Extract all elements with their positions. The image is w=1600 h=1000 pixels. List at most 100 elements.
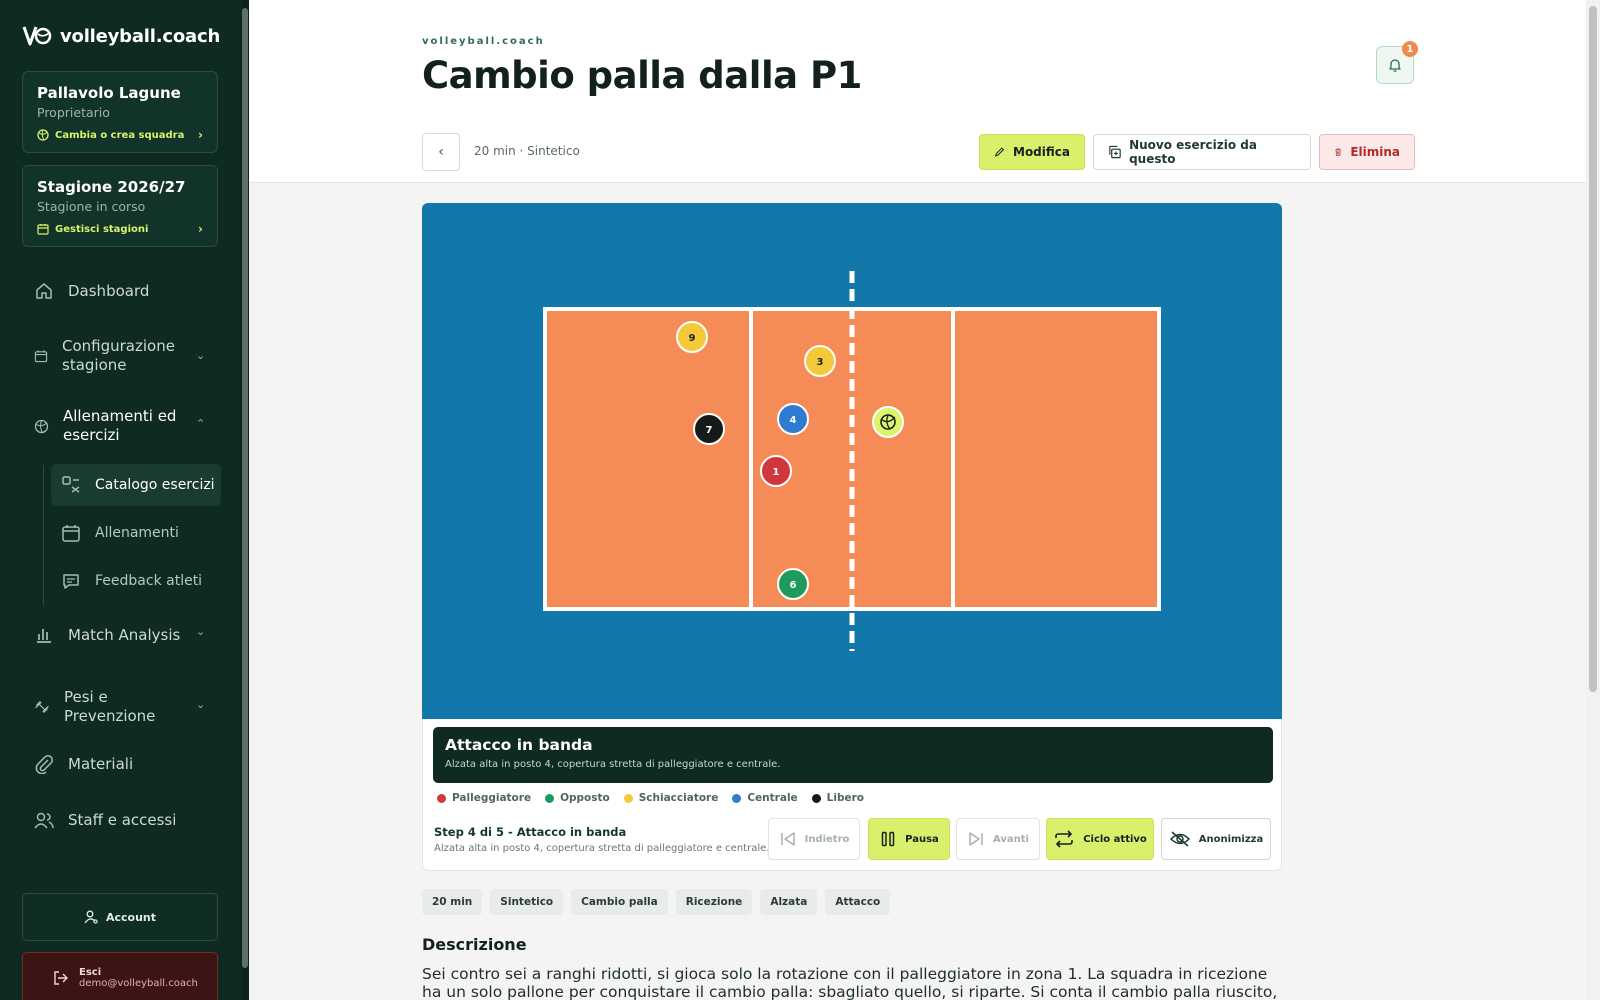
nav-materials[interactable]: Materiali — [34, 754, 133, 774]
anonymize-toggle[interactable]: Anonimizza — [1161, 818, 1271, 860]
logo-icon — [22, 26, 52, 46]
player-number: 4 — [790, 415, 797, 426]
back-button[interactable]: ‹ — [422, 133, 460, 171]
loop-label: Ciclo attivo — [1083, 833, 1147, 845]
chevron-up-icon: ⌃ — [196, 417, 206, 430]
nav-staff[interactable]: Staff e accessi — [34, 810, 176, 830]
tag-chip[interactable]: Attacco — [825, 889, 891, 915]
account-button[interactable]: Account — [22, 893, 218, 941]
role-legend: Palleggiatore Opposto Schiacciatore Cent… — [437, 792, 864, 804]
pencil-icon — [995, 147, 1004, 157]
step-header: Attacco in banda Alzata alta in posto 4,… — [433, 727, 1273, 783]
team-role: Proprietario — [37, 105, 110, 120]
new-from-button[interactable]: Nuovo esercizio da questo — [1093, 134, 1311, 170]
nav-match-label: Match Analysis — [68, 626, 181, 644]
calendar-icon — [37, 224, 49, 235]
sidebar-scroll-thumb[interactable] — [242, 8, 248, 968]
page-scroll-thumb[interactable] — [1589, 6, 1597, 692]
calendar-icon — [62, 525, 80, 542]
chevron-right-icon: › — [198, 128, 203, 142]
trash-icon — [1335, 148, 1342, 156]
season-name: Stagione 2026/27 — [37, 178, 186, 196]
tag-chip[interactable]: Ricezione — [675, 889, 753, 915]
users-icon — [34, 812, 54, 829]
logout-label: Esci — [79, 967, 102, 978]
submenu-rail — [43, 465, 44, 605]
nav-weights[interactable]: Pesi e Prevenzione ⌄ — [34, 688, 205, 726]
player-token[interactable]: 1 — [760, 455, 792, 487]
legend-item: Libero — [811, 792, 864, 804]
step-panel: Attacco in banda Alzata alta in posto 4,… — [422, 719, 1282, 871]
nav-sessions-label: Allenamenti — [95, 525, 179, 541]
manage-seasons-link[interactable]: Gestisci stagioni › — [37, 222, 203, 236]
nav-training[interactable]: Allenamenti ed esercizi ⌃ — [34, 407, 205, 445]
delete-button[interactable]: Elimina — [1319, 134, 1415, 170]
season-card: Stagione 2026/27 Stagione in corso Gesti… — [22, 165, 218, 247]
app-logo[interactable]: volleyball.coach — [22, 24, 220, 48]
breadcrumb-kicker: volleyball.coach — [422, 36, 545, 47]
edit-button[interactable]: Modifica — [979, 134, 1085, 170]
legend-label: Schiacciatore — [638, 792, 719, 804]
loop-toggle[interactable]: Ciclo attivo — [1046, 818, 1154, 860]
tag-chip[interactable]: Cambio palla — [571, 889, 668, 915]
eye-off-icon — [1169, 831, 1190, 847]
step-description: Alzata alta in posto 4, copertura strett… — [445, 759, 781, 770]
tag-chip[interactable]: Alzata — [760, 889, 818, 915]
drill-icon — [62, 476, 80, 493]
logo-text: volleyball.coach — [60, 25, 221, 47]
tag-chip[interactable]: Sintetico — [490, 889, 564, 915]
player-token[interactable]: 4 — [777, 403, 809, 435]
player-token[interactable]: 9 — [676, 321, 708, 353]
nav-catalog[interactable]: Catalogo esercizi — [51, 464, 221, 506]
season-status: Stagione in corso — [37, 199, 146, 214]
attack-line-right — [951, 307, 955, 611]
bar-chart-icon — [37, 629, 51, 643]
legend-dot — [437, 793, 446, 803]
player-number: 7 — [706, 425, 713, 436]
step-back-button[interactable]: Indietro — [768, 818, 860, 860]
logout-icon — [54, 971, 68, 985]
step-forward-button[interactable]: Avanti — [956, 818, 1040, 860]
logout-button[interactable]: Esci demo@volleyball.coach — [22, 952, 218, 1000]
nav-dashboard[interactable]: Dashboard — [34, 281, 149, 301]
anonymize-label: Anonimizza — [1198, 833, 1264, 845]
bell-icon — [1389, 59, 1401, 72]
manage-seasons-label: Gestisci stagioni — [55, 223, 149, 235]
dumbbell-icon — [35, 700, 49, 714]
nav-feedback[interactable]: Feedback atleti — [51, 560, 221, 602]
legend-label: Palleggiatore — [452, 792, 532, 804]
nav-match-analysis[interactable]: Match Analysis ⌄ — [34, 625, 205, 645]
nav-config-label: Configurazione stagione — [62, 337, 175, 375]
ball-icon[interactable] — [872, 406, 904, 438]
nav-materials-label: Materiali — [68, 755, 134, 773]
copy-plus-icon — [1109, 145, 1121, 159]
player-token[interactable]: 3 — [804, 345, 836, 377]
team-name: Pallavolo Lagune — [37, 84, 181, 102]
nav-config[interactable]: Configurazione stagione ⌄ — [34, 337, 205, 375]
player-token[interactable]: 7 — [693, 413, 725, 445]
nav-feedback-label: Feedback atleti — [95, 573, 203, 589]
pause-label: Pausa — [905, 833, 939, 845]
legend-label: Libero — [826, 792, 864, 804]
step-forward-label: Avanti — [993, 833, 1029, 845]
skip-back-icon — [780, 832, 795, 846]
player-token[interactable]: 6 — [777, 568, 809, 600]
legend-dot — [623, 793, 633, 803]
description-body: Sei contro sei a ranghi ridotti, si gioc… — [422, 965, 1278, 1000]
nav-staff-label: Staff e accessi — [68, 811, 177, 829]
team-card: Pallavolo Lagune Proprietario Cambia o c… — [22, 71, 218, 153]
switch-team-label: Cambia o crea squadra — [55, 129, 185, 141]
pause-icon — [881, 831, 895, 847]
switch-team-link[interactable]: Cambia o crea squadra › — [37, 128, 203, 142]
legend-item: Opposto — [545, 792, 610, 804]
attack-line-left — [749, 307, 753, 611]
skip-forward-icon — [969, 832, 983, 846]
legend-dot — [811, 793, 821, 803]
tag-chip[interactable]: 20 min — [422, 889, 483, 915]
pause-button[interactable]: Pausa — [868, 818, 950, 860]
nav-sessions[interactable]: Allenamenti — [51, 512, 221, 554]
sidebar-scrollbar[interactable] — [241, 0, 249, 1000]
legend-label: Centrale — [747, 792, 798, 804]
player-number: 1 — [773, 467, 780, 478]
page-scrollbar[interactable] — [1586, 0, 1600, 1000]
